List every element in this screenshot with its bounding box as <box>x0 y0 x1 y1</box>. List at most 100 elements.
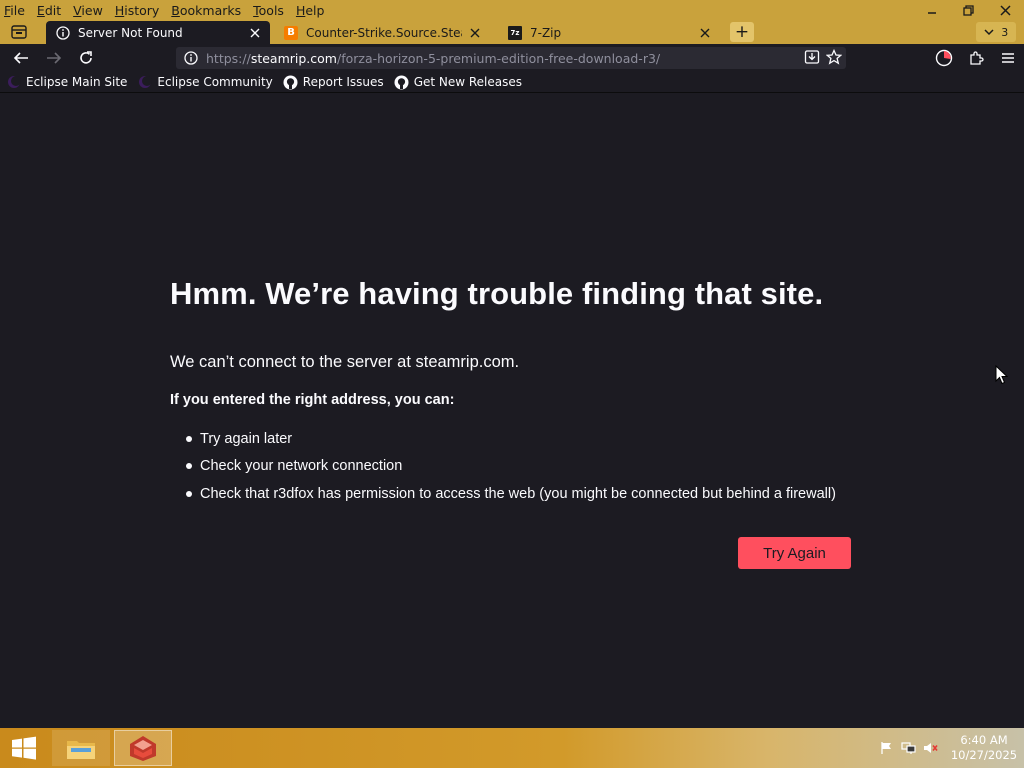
menu-bar: File Edit View History Bookmarks Tools H… <box>0 0 336 20</box>
arrow-left-icon <box>13 52 28 64</box>
bookmark-eclipse-main-site[interactable]: Eclipse Main Site <box>6 74 127 90</box>
arrow-right-icon <box>47 52 62 64</box>
puzzle-icon <box>970 51 984 65</box>
extensions-button[interactable] <box>960 48 992 68</box>
minimize-button[interactable] <box>913 0 950 20</box>
bookmark-get-new-releases[interactable]: Get New Releases <box>394 74 522 90</box>
bookmark-report-issues[interactable]: Report Issues <box>283 74 384 90</box>
flag-icon[interactable] <box>876 738 898 758</box>
list-all-tabs-button[interactable]: 3 <box>976 22 1016 42</box>
blogger-b-icon: B <box>284 25 298 40</box>
url-text: https://steamrip.com/forza-horizon-5-pre… <box>206 51 660 66</box>
bullet-icon <box>186 490 192 497</box>
menu-tools[interactable]: Tools <box>253 3 284 18</box>
bookmarks-toolbar: Eclipse Main Site Eclipse Community Repo… <box>0 72 1024 93</box>
restore-button[interactable] <box>950 0 987 20</box>
bookmark-star-icon[interactable] <box>826 49 842 65</box>
start-button[interactable] <box>8 734 40 762</box>
tab-close-button[interactable] <box>248 26 262 40</box>
tab-title: Server Not Found <box>78 25 183 40</box>
timer-icon <box>935 49 953 67</box>
clock-time: 6:40 AM <box>960 733 1008 747</box>
list-item: Check your network connection <box>186 453 836 481</box>
github-icon <box>283 74 299 90</box>
site-info-icon[interactable] <box>178 51 204 65</box>
github-icon <box>394 74 410 90</box>
suggestion-text: Check that r3dfox has permission to acce… <box>200 485 836 502</box>
profile-button[interactable] <box>928 48 960 68</box>
minimize-icon <box>927 12 936 14</box>
clock-date: 10/27/2025 <box>950 748 1018 762</box>
menu-history[interactable]: History <box>115 3 159 18</box>
app-menu-button[interactable] <box>992 48 1024 68</box>
window-controls <box>913 0 1024 20</box>
close-icon <box>250 28 260 37</box>
tab-title: Counter-Strike.Source.SteamRIP <box>306 25 462 40</box>
7zip-icon: 7z <box>508 25 522 40</box>
system-tray: 6:40 AM 10/27/2025 <box>876 728 1024 768</box>
eclipse-icon <box>6 74 22 90</box>
navigation-toolbar: https://steamrip.com/forza-horizon-5-pre… <box>0 44 1024 72</box>
back-button[interactable] <box>10 48 32 68</box>
mouse-cursor-icon <box>995 365 1009 385</box>
bookmark-eclipse-community[interactable]: Eclipse Community <box>137 74 273 90</box>
hamburger-menu-icon <box>1002 53 1014 63</box>
reload-button[interactable] <box>75 48 97 68</box>
taskbar-clock[interactable]: 6:40 AM 10/27/2025 <box>944 733 1024 763</box>
url-path: /forza-horizon-5-premium-edition-free-do… <box>336 50 661 66</box>
bullet-icon <box>186 463 192 470</box>
url-host: steamrip.com <box>250 50 337 66</box>
reload-icon <box>80 51 92 64</box>
network-icon[interactable] <box>898 738 920 758</box>
tab-close-button[interactable] <box>468 26 482 40</box>
taskbar-file-explorer[interactable] <box>52 730 110 766</box>
bookmark-label: Eclipse Main Site <box>26 75 128 89</box>
windows-logo-icon <box>12 736 36 760</box>
bookmark-label: Get New Releases <box>413 75 523 89</box>
error-hint: If you entered the right address, you ca… <box>170 392 455 408</box>
tab-7zip[interactable]: 7z 7-Zip <box>498 21 720 44</box>
menu-help[interactable]: Help <box>296 3 325 18</box>
suggestion-text: Try again later <box>200 430 293 447</box>
firefox-view-icon <box>11 25 27 39</box>
close-icon <box>1000 4 1011 16</box>
suggestion-list: Try again later Check your network conne… <box>186 425 836 508</box>
menu-view[interactable]: View <box>73 3 103 18</box>
folder-icon <box>67 741 95 759</box>
bookmark-label: Report Issues <box>302 75 384 89</box>
restore-icon <box>963 4 974 16</box>
tab-counter-strike[interactable]: B Counter-Strike.Source.SteamRIP <box>274 21 490 44</box>
close-window-button[interactable] <box>987 0 1024 20</box>
error-page: Hmm. We’re having trouble finding that s… <box>0 94 1024 728</box>
list-item: Try again later <box>186 425 836 453</box>
suggestion-text: Check your network connection <box>200 458 403 475</box>
close-icon <box>700 28 710 37</box>
firefox-view-button[interactable] <box>6 22 32 42</box>
chevron-down-icon <box>984 29 994 36</box>
r3dfox-icon <box>130 736 156 761</box>
tab-close-button[interactable] <box>698 26 712 40</box>
title-bar: File Edit View History Bookmarks Tools H… <box>0 0 1024 44</box>
url-actions <box>804 49 842 65</box>
try-again-button[interactable]: Try Again <box>738 537 851 569</box>
bullet-icon <box>186 435 192 442</box>
menu-edit[interactable]: Edit <box>37 3 61 18</box>
error-title: Hmm. We’re having trouble finding that s… <box>170 276 824 311</box>
tab-title: 7-Zip <box>530 25 562 40</box>
tab-server-not-found[interactable]: Server Not Found <box>46 21 270 44</box>
taskbar-browser[interactable] <box>114 730 172 766</box>
menu-bookmarks[interactable]: Bookmarks <box>171 3 241 18</box>
volume-muted-icon[interactable] <box>920 738 942 758</box>
forward-button[interactable] <box>43 48 65 68</box>
tab-strip: Server Not Found B Counter-Strike.Source… <box>0 20 1024 44</box>
url-scheme: https:// <box>206 50 251 66</box>
taskbar: 6:40 AM 10/27/2025 <box>0 728 1024 768</box>
url-bar[interactable]: https://steamrip.com/forza-horizon-5-pre… <box>176 47 846 69</box>
close-icon <box>470 28 480 37</box>
menu-file[interactable]: File <box>4 3 25 18</box>
tab-count: 3 <box>1001 25 1009 39</box>
eclipse-icon <box>137 74 153 90</box>
save-to-pocket-icon[interactable] <box>804 49 820 65</box>
new-tab-button[interactable]: + <box>730 22 754 42</box>
toolbar-right <box>928 48 1024 68</box>
